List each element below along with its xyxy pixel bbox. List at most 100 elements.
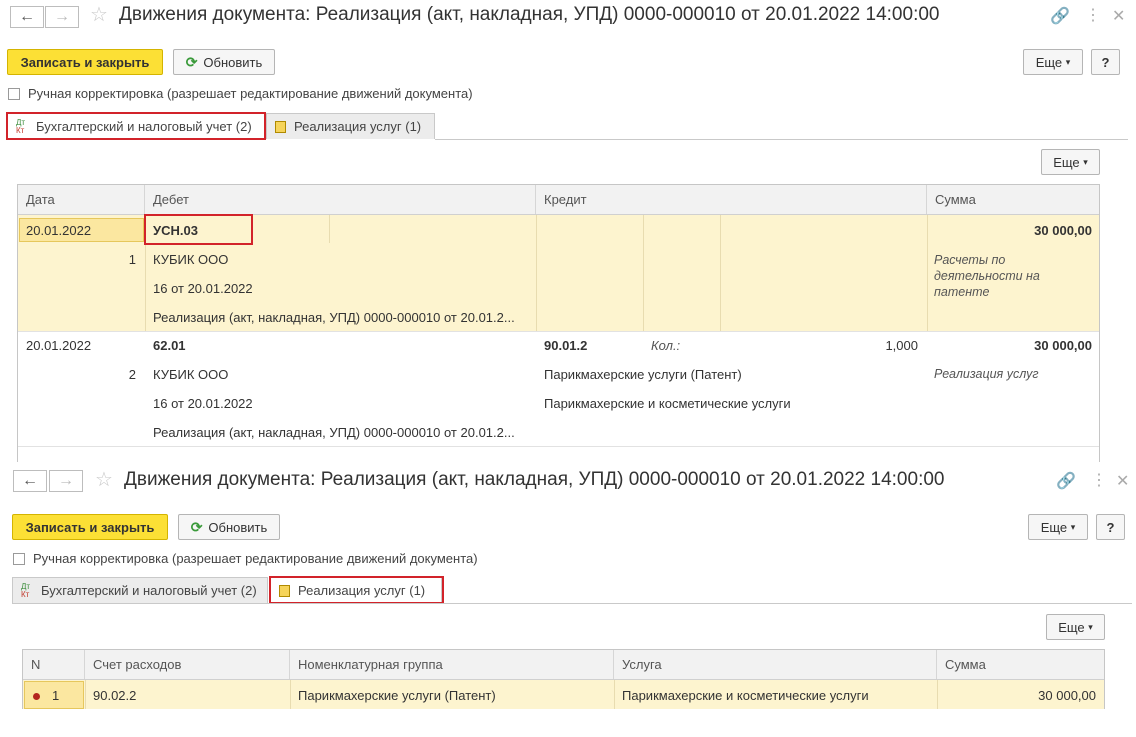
debit-document: Реализация (акт, накладная, УПД) 0000-00… (153, 310, 515, 325)
chevron-down-icon: ▾ (1088, 621, 1093, 632)
table-more-label: Еще (1053, 154, 1080, 170)
back-arrow-icon: ← (22, 472, 38, 489)
forward-arrow-icon: → (58, 472, 74, 489)
more-button[interactable]: Еще ▾ (1023, 49, 1083, 75)
amount-note: Реализация услуг (934, 367, 1039, 381)
table-more-button[interactable]: Еще ▾ (1046, 614, 1105, 640)
column-divider (536, 215, 537, 331)
back-arrow-icon: ← (19, 8, 35, 25)
chevron-down-icon: ▾ (1083, 156, 1088, 167)
back-button[interactable]: ← (10, 6, 44, 28)
column-divider (85, 680, 86, 709)
refresh-icon: ⟳ (185, 53, 198, 70)
back-button[interactable]: ← (13, 470, 47, 492)
save-and-close-label: Записать и закрыть (20, 54, 150, 70)
amount-note: Расчеты по деятельности на патенте (934, 253, 1040, 299)
debit-contract: 16 от 20.01.2022 (153, 281, 253, 296)
table-header: Дата Дебет Кредит Сумма (18, 185, 1099, 215)
help-button[interactable]: ? (1096, 514, 1125, 540)
row-amount: 30 000,00 (1034, 223, 1092, 238)
header-expense-account[interactable]: Счет расходов (85, 650, 290, 679)
manual-correction-checkbox[interactable] (8, 88, 20, 100)
tab-underline (12, 603, 1132, 604)
debit-account-highlight (144, 214, 253, 245)
save-and-close-button[interactable]: Записать и закрыть (7, 49, 163, 75)
more-label: Еще (1040, 519, 1068, 535)
column-divider (614, 680, 615, 709)
refresh-button[interactable]: ⟳ Обновить (173, 49, 275, 75)
tab-services[interactable]: Реализация услуг (1) (266, 113, 435, 139)
table-header: N Счет расходов Номенклатурная группа Ус… (23, 650, 1104, 680)
help-button[interactable]: ? (1091, 49, 1120, 75)
header-service[interactable]: Услуга (614, 650, 937, 679)
quantity-label: Кол.: (651, 338, 681, 353)
row-date: 20.01.2022 (26, 223, 92, 238)
forward-button[interactable]: → (45, 6, 79, 28)
credit-subconto-1: Парикмахерские услуги (Патент) (544, 367, 742, 382)
favorite-star-icon[interactable]: ☆ (90, 2, 108, 27)
column-divider (937, 680, 938, 709)
more-vertical-icon[interactable]: ⋮ (1091, 470, 1107, 490)
header-n[interactable]: N (23, 650, 85, 679)
manual-correction-checkbox[interactable] (13, 553, 25, 565)
chevron-down-icon: ▾ (1065, 56, 1071, 67)
debit-counterparty: КУБИК ООО (153, 252, 229, 267)
tab-services-label: Реализация услуг (1) (294, 119, 422, 134)
row-date: 20.01.2022 (26, 338, 92, 353)
refresh-button[interactable]: ⟳ Обновить (178, 514, 280, 540)
forward-arrow-icon: → (54, 8, 70, 25)
header-debit[interactable]: Дебет (145, 185, 536, 214)
expense-account: 90.02.2 (93, 688, 137, 703)
table-more-label: Еще (1058, 619, 1085, 635)
service: Парикмахерские и косметические услуги (622, 688, 869, 703)
save-and-close-label: Записать и закрыть (25, 519, 155, 535)
top-window: ← → ☆ Движения документа: Реализация (ак… (0, 0, 1136, 462)
tab-services-highlight (269, 576, 444, 604)
row-number: 2 (128, 367, 136, 382)
manual-correction-label: Ручная корректировка (разрешает редактир… (28, 86, 473, 101)
credit-subconto-2: Парикмахерские и косметические услуги (544, 396, 791, 411)
dt-kt-icon: Дт Кт (21, 581, 31, 599)
link-icon[interactable]: 🔗 (1050, 6, 1070, 26)
bottom-window: ← → ☆ Движения документа: Реализация (ак… (0, 462, 1136, 737)
header-nomenclature-group[interactable]: Номенклатурная группа (290, 650, 614, 679)
close-icon[interactable]: ✕ (1116, 471, 1129, 491)
column-divider (643, 215, 644, 331)
header-amount[interactable]: Сумма (927, 185, 1099, 214)
close-icon[interactable]: ✕ (1112, 6, 1125, 26)
save-and-close-button[interactable]: Записать и закрыть (12, 514, 168, 540)
column-divider (720, 215, 721, 331)
header-date[interactable]: Дата (18, 185, 145, 214)
row-number: 1 (33, 688, 59, 703)
header-amount[interactable]: Сумма (937, 650, 1104, 679)
debit-counterparty: КУБИК ООО (153, 367, 229, 382)
tab-accounting-highlight (6, 112, 266, 140)
row-separator (18, 331, 1099, 332)
document-icon (275, 120, 286, 133)
more-label: Еще (1035, 54, 1063, 70)
more-button[interactable]: Еще ▾ (1028, 514, 1088, 540)
services-table: N Счет расходов Номенклатурная группа Ус… (22, 649, 1105, 709)
manual-correction-label: Ручная корректировка (разрешает редактир… (33, 551, 478, 566)
more-vertical-icon[interactable]: ⋮ (1085, 5, 1101, 25)
link-icon[interactable]: 🔗 (1056, 471, 1076, 491)
help-label: ? (1101, 54, 1110, 70)
debit-account: 62.01 (153, 338, 186, 353)
row-number: 1 (128, 252, 136, 267)
tab-accounting[interactable]: Дт Кт Бухгалтерский и налоговый учет (2) (12, 577, 268, 603)
header-credit[interactable]: Кредит (536, 185, 927, 214)
debit-contract: 16 от 20.01.2022 (153, 396, 253, 411)
refresh-icon: ⟳ (190, 518, 203, 535)
tab-underline (435, 139, 1128, 140)
row-separator (18, 446, 1099, 447)
favorite-star-icon[interactable]: ☆ (95, 467, 113, 492)
chevron-down-icon: ▾ (1070, 521, 1076, 532)
refresh-label: Обновить (208, 519, 268, 535)
refresh-label: Обновить (203, 54, 263, 70)
tab-accounting-label: Бухгалтерский и налоговый учет (2) (41, 583, 257, 598)
table-more-button[interactable]: Еще ▾ (1041, 149, 1100, 175)
forward-button[interactable]: → (49, 470, 83, 492)
column-divider (329, 215, 330, 243)
nomenclature-group: Парикмахерские услуги (Патент) (298, 688, 496, 703)
record-marker-icon (33, 693, 40, 701)
